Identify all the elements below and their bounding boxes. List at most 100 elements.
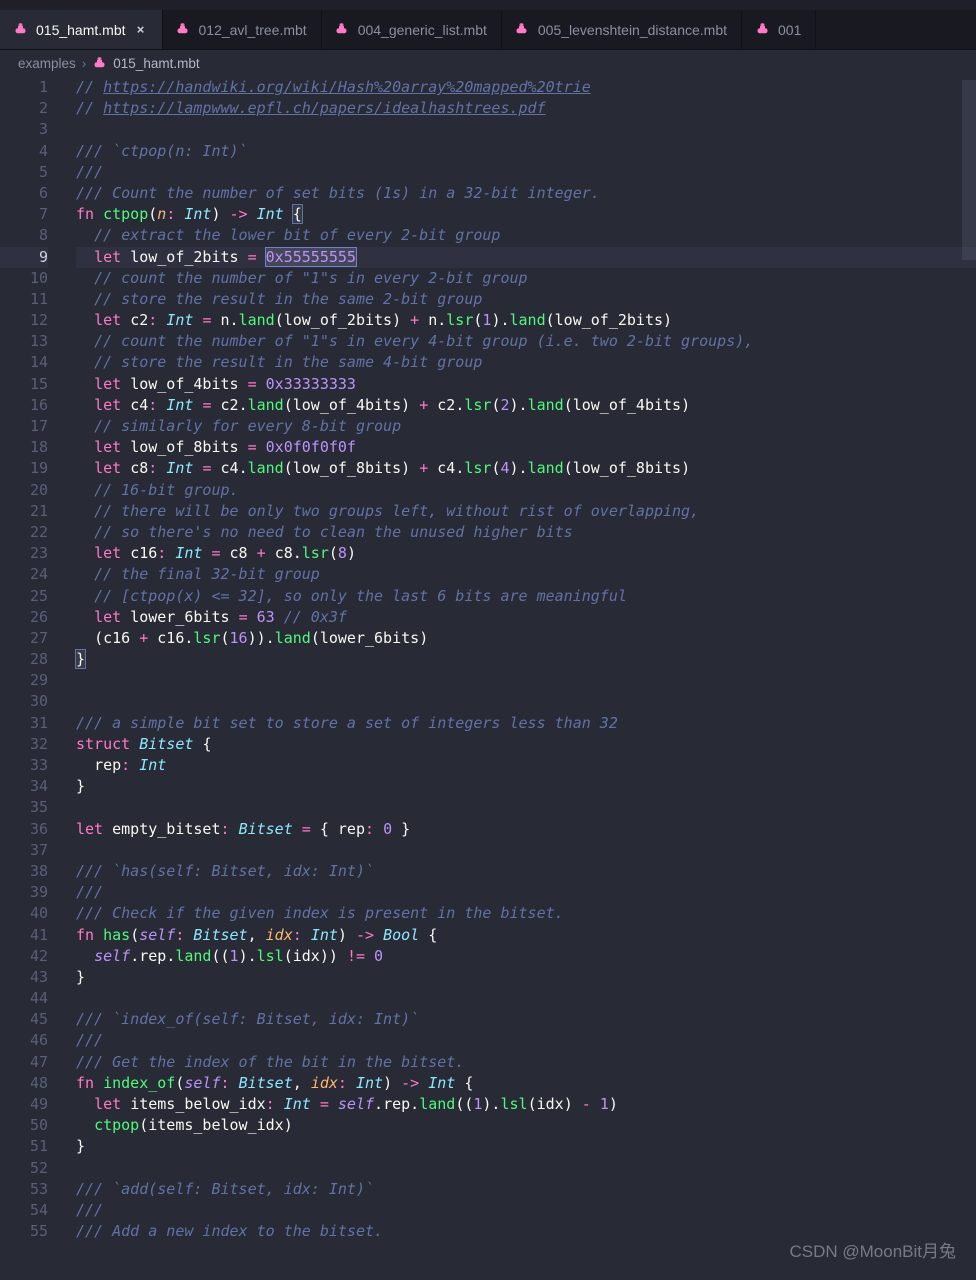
code-line[interactable]: // 16-bit group.: [76, 480, 976, 501]
tab-label: 001: [778, 22, 801, 38]
code-area[interactable]: // https://handwiki.org/wiki/Hash%20arra…: [62, 77, 976, 1277]
code-line[interactable]: // https://handwiki.org/wiki/Hash%20arra…: [76, 77, 976, 98]
editor-tab[interactable]: 004_generic_list.mbt: [322, 10, 502, 49]
line-number: 45: [0, 1009, 48, 1030]
code-line[interactable]: /// Add a new index to the bitset.: [76, 1221, 976, 1242]
code-line[interactable]: fn ctpop(n: Int) -> Int {: [76, 204, 976, 225]
line-number: 42: [0, 946, 48, 967]
code-line[interactable]: // so there's no need to clean the unuse…: [76, 522, 976, 543]
breadcrumb: examples › 015_hamt.mbt: [0, 50, 976, 77]
line-number: 41: [0, 925, 48, 946]
editor-tab[interactable]: 015_hamt.mbt ×: [0, 10, 163, 49]
code-line[interactable]: let low_of_2bits = 0x55555555: [76, 247, 976, 268]
code-line[interactable]: /// Check if the given index is present …: [76, 903, 976, 924]
code-line[interactable]: // the final 32-bit group: [76, 564, 976, 585]
code-line[interactable]: /// `has(self: Bitset, idx: Int)`: [76, 861, 976, 882]
code-line[interactable]: rep: Int: [76, 755, 976, 776]
line-number: 47: [0, 1052, 48, 1073]
code-line[interactable]: ///: [76, 1030, 976, 1051]
code-line[interactable]: fn index_of(self: Bitset, idx: Int) -> I…: [76, 1073, 976, 1094]
line-number: 12: [0, 310, 48, 331]
line-number: 43: [0, 967, 48, 988]
line-number: 16: [0, 395, 48, 416]
line-number: 36: [0, 819, 48, 840]
line-number: 2: [0, 98, 48, 119]
breadcrumb-file[interactable]: 015_hamt.mbt: [113, 56, 199, 71]
code-line[interactable]: // similarly for every 8-bit group: [76, 416, 976, 437]
code-line[interactable]: // [ctpop(x) <= 32], so only the last 6 …: [76, 586, 976, 607]
line-number: 21: [0, 501, 48, 522]
code-line[interactable]: /// a simple bit set to store a set of i…: [76, 713, 976, 734]
scrollbar-thumb[interactable]: [962, 80, 976, 260]
moonbit-file-icon: [92, 56, 107, 71]
code-line[interactable]: [76, 840, 976, 861]
code-line[interactable]: // extract the lower bit of every 2-bit …: [76, 225, 976, 246]
moonbit-file-icon: [754, 22, 770, 38]
code-line[interactable]: let low_of_8bits = 0x0f0f0f0f: [76, 437, 976, 458]
code-line[interactable]: // store the result in the same 2-bit gr…: [76, 289, 976, 310]
line-number: 38: [0, 861, 48, 882]
code-line[interactable]: ///: [76, 1200, 976, 1221]
code-line[interactable]: struct Bitset {: [76, 734, 976, 755]
tab-label: 015_hamt.mbt: [36, 22, 126, 38]
code-line[interactable]: let lower_6bits = 63 // 0x3f: [76, 607, 976, 628]
line-number: 32: [0, 734, 48, 755]
chevron-right-icon: ›: [82, 56, 87, 71]
code-line[interactable]: /// Get the index of the bit in the bits…: [76, 1052, 976, 1073]
code-line[interactable]: let c4: Int = c2.land(low_of_4bits) + c2…: [76, 395, 976, 416]
close-icon[interactable]: ×: [134, 23, 148, 37]
line-number: 50: [0, 1115, 48, 1136]
code-line[interactable]: let empty_bitset: Bitset = { rep: 0 }: [76, 819, 976, 840]
code-line[interactable]: [76, 1158, 976, 1179]
code-line[interactable]: let low_of_4bits = 0x33333333: [76, 374, 976, 395]
code-line[interactable]: [76, 988, 976, 1009]
code-line[interactable]: self.rep.land((1).lsl(idx)) != 0: [76, 946, 976, 967]
code-line[interactable]: }: [76, 776, 976, 797]
line-number: 44: [0, 988, 48, 1009]
code-line[interactable]: [76, 670, 976, 691]
line-number: 51: [0, 1136, 48, 1157]
window-titlebar: [0, 0, 976, 10]
code-line[interactable]: [76, 797, 976, 818]
breadcrumb-folder[interactable]: examples: [18, 56, 76, 71]
code-line[interactable]: [76, 119, 976, 140]
code-line[interactable]: let items_below_idx: Int = self.rep.land…: [76, 1094, 976, 1115]
code-line[interactable]: fn has(self: Bitset, idx: Int) -> Bool {: [76, 925, 976, 946]
code-line[interactable]: let c16: Int = c8 + c8.lsr(8): [76, 543, 976, 564]
code-line[interactable]: // count the number of "1"s in every 2-b…: [76, 268, 976, 289]
code-line[interactable]: /// `add(self: Bitset, idx: Int)`: [76, 1179, 976, 1200]
line-number: 34: [0, 776, 48, 797]
code-line[interactable]: let c2: Int = n.land(low_of_2bits) + n.l…: [76, 310, 976, 331]
code-line[interactable]: /// `index_of(self: Bitset, idx: Int)`: [76, 1009, 976, 1030]
code-line[interactable]: ctpop(items_below_idx): [76, 1115, 976, 1136]
code-line[interactable]: }: [76, 967, 976, 988]
code-line[interactable]: // https://lampwww.epfl.ch/papers/idealh…: [76, 98, 976, 119]
code-line[interactable]: }: [76, 1136, 976, 1157]
editor-tab[interactable]: 005_levenshtein_distance.mbt: [502, 10, 742, 49]
code-line[interactable]: // count the number of "1"s in every 4-b…: [76, 331, 976, 352]
code-line[interactable]: /// Count the number of set bits (1s) in…: [76, 183, 976, 204]
line-number: 10: [0, 268, 48, 289]
code-line[interactable]: [76, 691, 976, 712]
line-number: 55: [0, 1221, 48, 1242]
code-line[interactable]: let c8: Int = c4.land(low_of_8bits) + c4…: [76, 458, 976, 479]
code-line[interactable]: // store the result in the same 4-bit gr…: [76, 352, 976, 373]
line-number: 26: [0, 607, 48, 628]
code-line[interactable]: }: [76, 649, 976, 670]
code-line[interactable]: ///: [76, 882, 976, 903]
line-number: 40: [0, 903, 48, 924]
line-number: 25: [0, 586, 48, 607]
code-line[interactable]: // there will be only two groups left, w…: [76, 501, 976, 522]
line-number: 19: [0, 458, 48, 479]
vertical-scrollbar[interactable]: [962, 80, 976, 1280]
editor[interactable]: 1234567891011121314151617181920212223242…: [0, 77, 976, 1277]
line-number: 6: [0, 183, 48, 204]
line-number: 18: [0, 437, 48, 458]
editor-tab[interactable]: 012_avl_tree.mbt: [163, 10, 322, 49]
line-number: 46: [0, 1030, 48, 1051]
moonbit-file-icon: [334, 22, 350, 38]
code-line[interactable]: /// `ctpop(n: Int)`: [76, 141, 976, 162]
editor-tab[interactable]: 001: [742, 10, 816, 49]
code-line[interactable]: (c16 + c16.lsr(16)).land(lower_6bits): [76, 628, 976, 649]
code-line[interactable]: ///: [76, 162, 976, 183]
